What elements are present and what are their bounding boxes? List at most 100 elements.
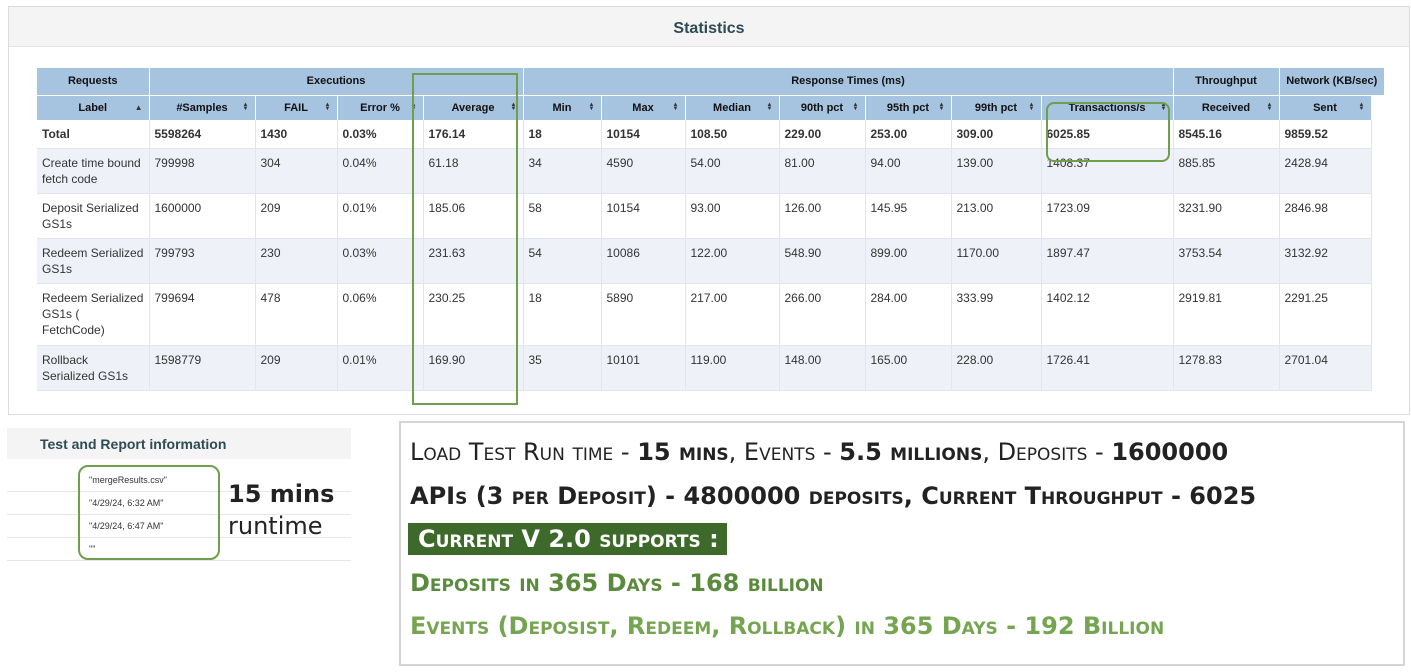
- column-header[interactable]: Max ▲▼: [601, 94, 686, 120]
- table-row: Rollback Serialized GS1s 1598779 209 0.01% 1…: [37, 345, 1385, 391]
- table-cell: 54: [523, 238, 602, 284]
- table-cell: 0.04%: [337, 148, 424, 194]
- table-cell: 10154: [601, 120, 686, 149]
- table-cell: 1430: [255, 120, 338, 149]
- summary-line-events-year: Events (Deposist, Redeem, Rollback) in 3…: [410, 612, 1165, 640]
- column-header[interactable]: 95th pct ▲▼: [865, 94, 952, 120]
- table-cell: 35: [523, 345, 602, 391]
- sort-arrows-icon[interactable]: ▲▼: [325, 102, 331, 110]
- sort-arrows-icon[interactable]: ▲▼: [589, 102, 595, 110]
- column-header[interactable]: Error % ▲▼: [337, 94, 424, 120]
- table-cell: 0.01%: [337, 345, 424, 391]
- group-executions: Executions: [149, 68, 524, 95]
- table-cell: 10101: [601, 345, 686, 391]
- table-row: Total 5598264 1430 0.03% 176.14 18 10154 108.50…: [37, 120, 1385, 149]
- sort-arrows-icon[interactable]: ▲▼: [243, 102, 249, 110]
- column-header[interactable]: FAIL ▲▼: [255, 94, 338, 120]
- sort-arrows-icon[interactable]: ▲▼: [1267, 102, 1273, 110]
- summary-run-time: 15 mins: [637, 438, 729, 466]
- column-header-label: Label: [78, 101, 108, 114]
- table-cell: 54.00: [685, 148, 780, 194]
- runtime-word: runtime: [228, 512, 323, 540]
- sort-arrows-icon[interactable]: ▲▼: [673, 102, 679, 110]
- sort-arrows-icon[interactable]: ▲▼: [511, 102, 517, 110]
- row-label: Create time bound fetch code: [37, 148, 150, 194]
- table-cell: 8545.16: [1173, 120, 1280, 149]
- column-header[interactable]: Average ▲▼: [423, 94, 524, 120]
- sort-arrows-icon[interactable]: ▲▼: [939, 102, 945, 110]
- table-cell: 0.03%: [337, 238, 424, 284]
- column-header-label: Min: [552, 101, 572, 114]
- group-throughput: Throughput: [1173, 68, 1280, 95]
- table-cell: 18: [523, 283, 602, 346]
- table-cell: 139.00: [951, 148, 1042, 194]
- table-cell: 34: [523, 148, 602, 194]
- group-network: Network (KB/sec): [1279, 68, 1385, 95]
- column-header[interactable]: Sent ▲▼: [1279, 94, 1372, 120]
- summary-box: Load Test Run time - 15 mins, Events - 5…: [399, 421, 1405, 666]
- table-cell: 119.00: [685, 345, 780, 391]
- column-header-label: 99th pct: [974, 101, 1018, 114]
- table-cell: 799793: [149, 238, 256, 284]
- column-header[interactable]: #Samples ▲▼: [149, 94, 256, 120]
- table-cell: 1408.37: [1041, 148, 1174, 194]
- summary-banner-current-version: Current V 2.0 supports :: [408, 523, 727, 555]
- table-cell: 0.06%: [337, 283, 424, 346]
- column-header[interactable]: 90th pct ▲▼: [779, 94, 866, 120]
- summary-text: Load Test Run time -: [410, 438, 638, 466]
- sort-asc-icon[interactable]: ▲: [135, 103, 143, 112]
- column-header[interactable]: Min ▲▼: [523, 94, 602, 120]
- table-cell: 1726.41: [1041, 345, 1174, 391]
- sort-arrows-icon[interactable]: ▲▼: [411, 102, 417, 110]
- summary-text: , Events -: [728, 438, 840, 466]
- table-cell: 4590: [601, 148, 686, 194]
- column-header[interactable]: Transactions/s ▲▼: [1041, 94, 1174, 120]
- table-cell: 799998: [149, 148, 256, 194]
- sort-arrows-icon[interactable]: ▲▼: [1359, 102, 1365, 110]
- table-row: Redeem Serialized GS1s ( FetchCode) 79969…: [37, 283, 1385, 346]
- sort-arrows-icon[interactable]: ▲▼: [1029, 102, 1035, 110]
- sort-arrows-icon[interactable]: ▲▼: [767, 102, 773, 110]
- column-header-label: Received: [1201, 101, 1251, 114]
- info-value: "4/29/24, 6:32 AM": [89, 498, 164, 508]
- sort-arrows-icon[interactable]: ▲▼: [853, 102, 859, 110]
- table-row: Create time bound fetch code 799998 304 0.0…: [37, 148, 1385, 194]
- table-cell: 899.00: [865, 238, 952, 284]
- table-cell: 185.06: [423, 193, 524, 239]
- table-cell: 169.90: [423, 345, 524, 391]
- summary-deposits: 1600000: [1111, 438, 1229, 466]
- table-cell: 81.00: [779, 148, 866, 194]
- table-cell: 228.00: [951, 345, 1042, 391]
- table-cell: 217.00: [685, 283, 780, 346]
- table-cell: 309.00: [951, 120, 1042, 149]
- column-header[interactable]: 99th pct ▲▼: [951, 94, 1042, 120]
- row-label: Redeem Serialized GS1s: [37, 238, 150, 284]
- table-cell: 145.95: [865, 193, 952, 239]
- table-cell: 229.00: [779, 120, 866, 149]
- table-cell: 2701.04: [1279, 345, 1372, 391]
- table-cell: 10154: [601, 193, 686, 239]
- table-cell: 58: [523, 193, 602, 239]
- column-header[interactable]: Received ▲▼: [1173, 94, 1280, 120]
- table-cell: 209: [255, 345, 338, 391]
- column-header-label: Transactions/s: [1068, 101, 1146, 114]
- summary-events: 5.5 millions: [839, 438, 983, 466]
- column-header-label: Sent: [1313, 101, 1337, 114]
- table-cell: 1170.00: [951, 238, 1042, 284]
- table-cell: 231.63: [423, 238, 524, 284]
- table-cell: 284.00: [865, 283, 952, 346]
- table-cell: 3753.54: [1173, 238, 1280, 284]
- column-header[interactable]: Label ▲: [37, 94, 150, 120]
- table-cell: 6025.85: [1041, 120, 1174, 149]
- statistics-table: Requests Executions Response Times (ms) …: [37, 68, 1385, 391]
- runtime-annotation: 15 mins runtime: [228, 478, 334, 542]
- table-cell: 2919.81: [1173, 283, 1280, 346]
- summary-line-apis: APIs (3 per Deposit) - 4800000 deposits,…: [410, 482, 1257, 510]
- table-cell: 3231.90: [1173, 193, 1280, 239]
- test-report-info-title: Test and Report information: [7, 428, 351, 459]
- table-cell: 1600000: [149, 193, 256, 239]
- column-header[interactable]: Median ▲▼: [685, 94, 780, 120]
- column-header-label: 95th pct: [886, 101, 930, 114]
- table-cell: 304: [255, 148, 338, 194]
- sort-arrows-icon[interactable]: ▲▼: [1161, 102, 1167, 110]
